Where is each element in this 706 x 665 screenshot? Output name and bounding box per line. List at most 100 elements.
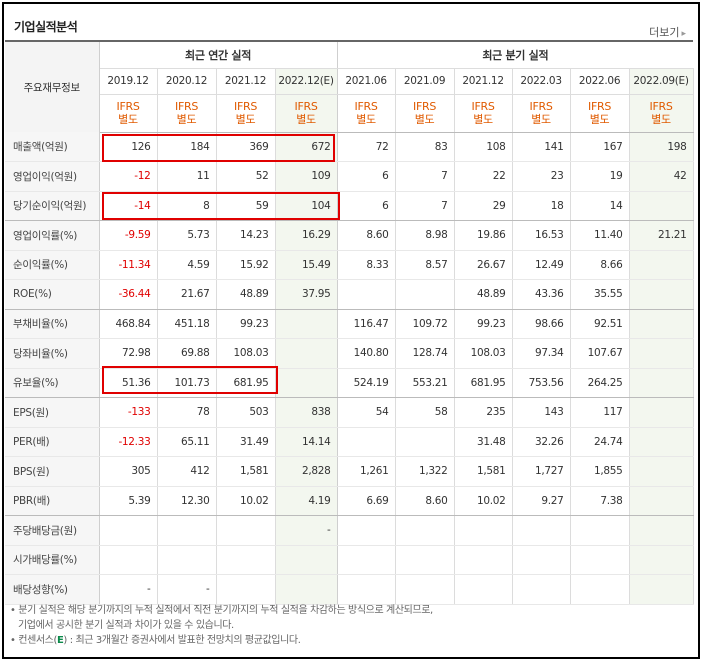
period-header: 2021.06 — [337, 68, 396, 95]
row-label: PBR(배) — [5, 486, 100, 516]
ifrs-sub-label: 별도 — [414, 113, 435, 126]
more-link[interactable]: 더보기 ▸ — [649, 24, 686, 40]
row-label: PER(배) — [5, 427, 100, 457]
table-cell: 109.72 — [395, 309, 455, 339]
table-cell — [454, 574, 513, 605]
table-cell: - — [275, 515, 338, 546]
table-cell — [157, 515, 217, 546]
ifrs-sub-label: 별도 — [651, 113, 671, 126]
ifrs-label: IFRS — [175, 100, 198, 113]
table-cell: 32.26 — [512, 427, 571, 457]
table-cell — [275, 545, 338, 575]
table-row: EPS(원) -133 78 503 838 54 58 235 143 117 — [5, 397, 694, 428]
footnote-quarterly: • 분기 실적은 해당 분기까지의 누적 실적에서 직전 분기까지의 누적 실적… — [10, 605, 433, 616]
ifrs-header: IFRS 별도 — [99, 94, 158, 133]
panel-title: 기업실적분석 — [14, 20, 78, 34]
table-cell: -12.33 — [99, 427, 158, 457]
table-cell: 16.53 — [512, 220, 571, 251]
table-cell: 21.21 — [629, 220, 694, 251]
ifrs-sub-label: 별도 — [531, 113, 551, 126]
table-cell — [454, 545, 513, 575]
table-cell: 305 — [99, 456, 158, 487]
table-cell: -36.44 — [99, 279, 158, 310]
table-cell: 8.33 — [337, 250, 396, 280]
table-cell: 8.60 — [395, 486, 455, 516]
row-label: 시가배당률(%) — [5, 545, 100, 575]
row-label: 부채비율(%) — [5, 309, 100, 339]
ifrs-label: IFRS — [649, 100, 673, 113]
table-cell: 98.66 — [512, 309, 571, 339]
table-cell — [216, 545, 276, 575]
table-row: 배당성향(%) - - — [5, 574, 694, 605]
table-cell: 58 — [395, 397, 455, 428]
table-cell: 7 — [395, 191, 455, 221]
ifrs-label: IFRS — [529, 100, 553, 113]
table-cell: -133 — [99, 397, 158, 428]
table-cell: 553.21 — [395, 368, 455, 398]
row-label: 영업이익(억원) — [5, 161, 100, 192]
table-cell: 264.25 — [570, 368, 630, 398]
table-row: 주당배당금(원) - — [5, 515, 694, 546]
ifrs-header: IFRS 별도 — [629, 94, 694, 133]
table-cell: 31.49 — [216, 427, 276, 457]
table-cell: 1,581 — [216, 456, 276, 487]
table-row: 부채비율(%) 468.84 451.18 99.23 116.47 109.72 99.2… — [5, 309, 694, 339]
row-label-header: 주요재무정보 — [5, 41, 100, 132]
table-cell: 65.11 — [157, 427, 217, 457]
table-cell: 2,828 — [275, 456, 338, 487]
footnote-consensus: • 컨센서스(E) : 최근 3개월간 증권사에서 발표한 전망치의 평균값입니… — [10, 633, 433, 648]
table-cell: 23 — [512, 161, 571, 192]
row-label: 영업이익률(%) — [5, 220, 100, 251]
table-cell: 19 — [570, 161, 630, 192]
table-cell: 235 — [454, 397, 513, 428]
table-cell — [570, 515, 630, 546]
table-cell — [337, 279, 396, 310]
table-cell: -9.59 — [99, 220, 158, 251]
table-cell: 54 — [337, 397, 396, 428]
ifrs-header: IFRS 별도 — [395, 94, 455, 133]
table-cell — [629, 397, 694, 428]
table-cell — [512, 515, 571, 546]
table-cell: 35.55 — [570, 279, 630, 310]
ifrs-sub-label: 별도 — [356, 113, 376, 126]
table-cell: 99.23 — [454, 309, 513, 339]
table-cell — [629, 368, 694, 398]
table-cell: 11.40 — [570, 220, 630, 251]
footnote-quarterly-cont: 기업에서 공시한 분기 실적과 차이가 있을 수 있습니다. — [18, 620, 234, 631]
table-cell: 1,261 — [337, 456, 396, 487]
table-cell: 9.27 — [512, 486, 571, 516]
table-cell: 15.49 — [275, 250, 338, 280]
row-label: ROE(%) — [5, 279, 100, 310]
table-cell — [275, 338, 338, 369]
table-cell: 97.34 — [512, 338, 571, 369]
table-cell: 37.95 — [275, 279, 338, 310]
period-header: 2021.12 — [454, 68, 513, 95]
table-cell: 8.98 — [395, 220, 455, 251]
table-cell — [629, 456, 694, 487]
table-cell: 6 — [337, 191, 396, 221]
table-cell: 1,581 — [454, 456, 513, 487]
ifrs-header: IFRS 별도 — [454, 94, 513, 133]
table-cell — [275, 309, 338, 339]
table-cell — [629, 515, 694, 546]
table-cell: 12.30 — [157, 486, 217, 516]
table-cell — [337, 427, 396, 457]
table-cell: 753.56 — [512, 368, 571, 398]
table-cell: 1,855 — [570, 456, 630, 487]
row-label: 주당배당금(원) — [5, 515, 100, 546]
table-cell: 99.23 — [216, 309, 276, 339]
table-cell — [395, 427, 455, 457]
ifrs-header: IFRS 별도 — [216, 94, 276, 133]
highlight-box-net-income — [102, 192, 340, 220]
table-cell: 141 — [512, 132, 571, 162]
annual-group-header: 최근 연간 실적 — [99, 41, 338, 69]
table-cell — [99, 515, 158, 546]
table-cell: 838 — [275, 397, 338, 428]
table-cell: 19.86 — [454, 220, 513, 251]
ifrs-header: IFRS 별도 — [512, 94, 571, 133]
period-header: 2022.03 — [512, 68, 571, 95]
ifrs-header: IFRS 별도 — [337, 94, 396, 133]
ifrs-label: IFRS — [588, 100, 612, 113]
table-cell: 24.74 — [570, 427, 630, 457]
table-row: 시가배당률(%) — [5, 545, 694, 575]
